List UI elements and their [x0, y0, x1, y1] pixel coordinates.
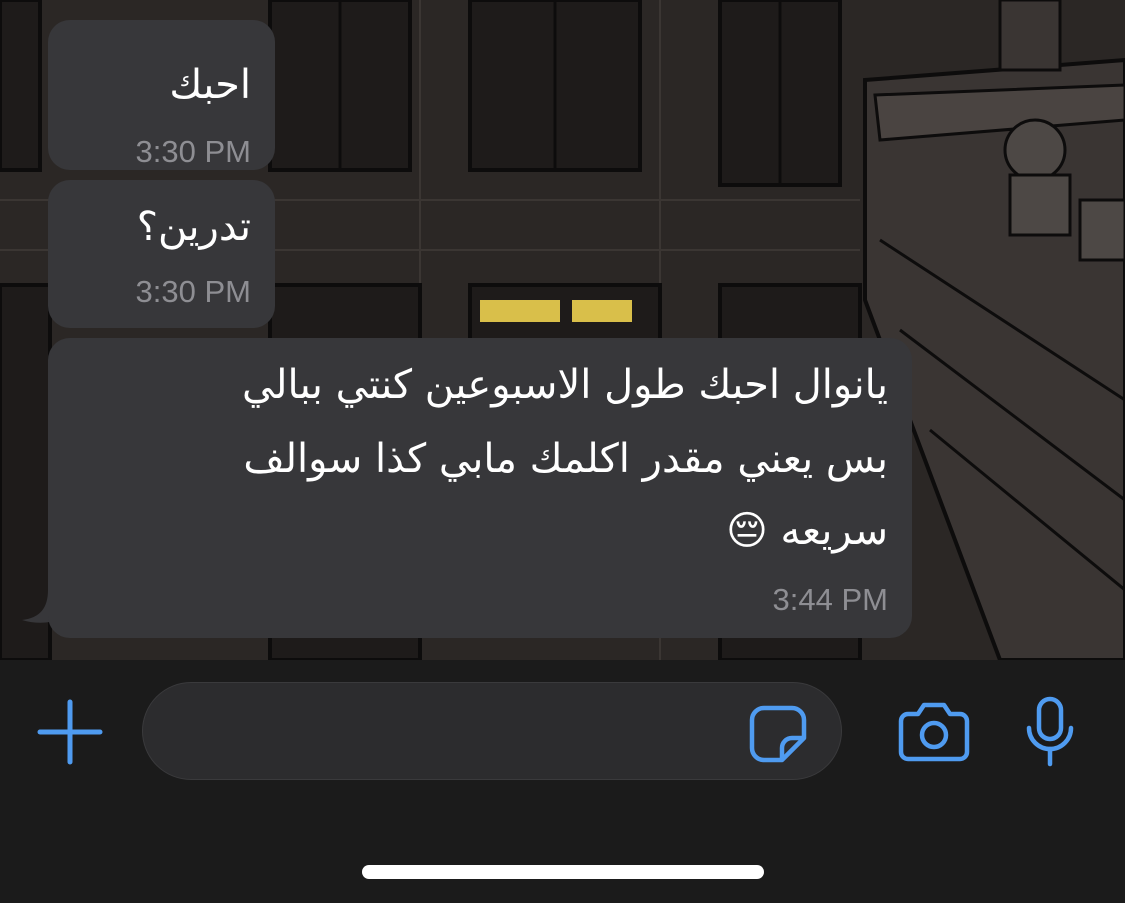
message-bubble[interactable]: يانوال احبك طول الاسبوعين كنتي ببالي بس …	[48, 338, 912, 638]
message-text-line: بس يعني مقدر اكلمك مابي كذا سوالف	[243, 436, 888, 482]
message-input[interactable]	[142, 682, 842, 780]
camera-icon	[898, 702, 970, 762]
sticker-button[interactable]	[748, 704, 808, 764]
chat-screen: احبك 3:30 PM تدرين؟ 3:30 PM يانوال احبك …	[0, 0, 1125, 903]
home-indicator[interactable]	[362, 865, 764, 879]
camera-button[interactable]	[898, 700, 970, 762]
message-bubble[interactable]: احبك 3:30 PM	[48, 20, 275, 170]
message-timestamp: 3:44 PM	[772, 582, 888, 617]
message-text: تدرين؟	[136, 204, 251, 250]
message-text-line: يانوال احبك طول الاسبوعين كنتي ببالي	[241, 362, 888, 408]
composer-bar	[0, 660, 1125, 903]
attach-button[interactable]	[36, 698, 104, 766]
message-timestamp: 3:30 PM	[135, 274, 251, 309]
voice-message-button[interactable]	[1024, 696, 1076, 768]
microphone-icon	[1026, 696, 1074, 767]
message-text-line: سريعه 😔	[726, 508, 888, 554]
message-text: احبك	[169, 62, 251, 108]
message-timestamp: 3:30 PM	[135, 134, 251, 169]
message-bubble[interactable]: تدرين؟ 3:30 PM	[48, 180, 275, 328]
plus-icon	[37, 699, 103, 765]
sticker-icon	[749, 705, 807, 763]
